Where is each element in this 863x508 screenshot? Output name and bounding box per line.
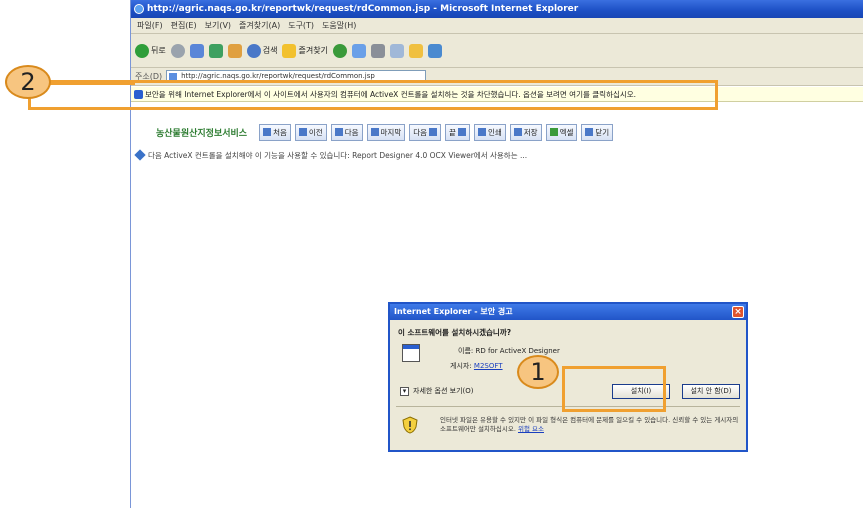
- star-icon: [282, 43, 297, 58]
- viewer-close-button[interactable]: 닫기: [581, 123, 614, 141]
- viewer-excel-button[interactable]: 엑셀: [545, 123, 578, 141]
- dont-install-button[interactable]: 설치 안 함(D): [682, 384, 740, 399]
- viewer-button-label: 마지막: [380, 127, 402, 137]
- menu-bar: 파일(F) 편집(E) 보기(V) 즐겨찾기(A) 도구(T) 도움말(H): [131, 18, 863, 34]
- dialog-title: Internet Explorer - 보안 경고: [394, 307, 513, 316]
- back-arrow-icon: [135, 43, 149, 58]
- last-page-icon: [370, 128, 379, 136]
- menu-edit[interactable]: 편집(E): [171, 20, 197, 31]
- stop-icon[interactable]: [189, 43, 204, 58]
- back-button[interactable]: 뒤로: [135, 43, 166, 58]
- prev-page-icon: [298, 128, 307, 136]
- bullet-icon: [134, 149, 146, 161]
- menu-tools[interactable]: 도구(T): [288, 20, 314, 31]
- publisher-link[interactable]: M2SOFT: [474, 362, 503, 370]
- next-page-icon: [334, 128, 343, 136]
- favorites-label: 즐겨찾기: [298, 46, 328, 55]
- end-page-icon: [457, 128, 466, 136]
- viewer-button-label: 저장: [523, 127, 538, 137]
- software-name: 이름: RD for ActiveX Designer: [458, 347, 560, 355]
- report-viewer-toolbar: 농산물원산지정보서비스 처음 이전 다음 마지막 다음 끝 인쇄 저장 엑셀 닫…: [156, 122, 614, 142]
- address-value: http://agric.naqs.go.kr/reportwk/request…: [181, 72, 375, 80]
- callout-2-box: [28, 80, 718, 110]
- print-icon: [477, 128, 486, 136]
- viewer-button-label: 처음: [273, 127, 287, 137]
- menu-view[interactable]: 보기(V): [205, 20, 231, 31]
- viewer-logo: 농산물원산지정보서비스: [156, 128, 248, 139]
- security-warning-text: 인터넷 파일은 유용할 수 있지만 이 파일 형식은 컴퓨터에 문제를 일으킬 …: [440, 416, 740, 434]
- chevron-down-icon: ▾: [400, 386, 409, 396]
- menu-file[interactable]: 파일(F): [137, 20, 163, 31]
- search-label: 검색: [262, 46, 278, 55]
- more-options-toggle[interactable]: ▾ 자세한 옵션 보기(O): [400, 386, 474, 396]
- viewer-first-button[interactable]: 처음: [259, 123, 291, 141]
- dialog-question: 이 소프트웨어를 설치하시겠습니까?: [398, 328, 512, 337]
- refresh-icon[interactable]: [208, 43, 223, 58]
- home-icon[interactable]: [227, 43, 242, 58]
- toolbar: 뒤로 검색 즐겨찾기: [131, 34, 863, 68]
- excel-icon: [549, 128, 558, 136]
- more-options-label: 자세한 옵션 보기(O): [413, 387, 474, 395]
- viewer-prev-button[interactable]: 이전: [294, 123, 327, 141]
- search-button[interactable]: 검색: [246, 43, 278, 58]
- window-title: http://agric.naqs.go.kr/reportwk/request…: [147, 4, 579, 14]
- arrow-right-icon: [429, 128, 438, 136]
- activex-notice-text: 다음 ActiveX 컨트롤을 설치해야 이 기능을 사용할 수 있습니다: R…: [148, 151, 528, 160]
- edit-icon[interactable]: [389, 43, 404, 58]
- menu-favorites[interactable]: 즐겨찾기(A): [239, 20, 280, 31]
- messenger-icon[interactable]: [427, 43, 442, 58]
- close-icon: [585, 128, 594, 136]
- application-icon: [402, 344, 420, 362]
- folder-icon[interactable]: [408, 43, 423, 58]
- favorites-button[interactable]: 즐겨찾기: [282, 43, 328, 58]
- back-label: 뒤로: [151, 46, 166, 55]
- viewer-button-label: 엑셀: [559, 127, 574, 137]
- viewer-end-button[interactable]: 끝: [445, 123, 470, 141]
- callout-1-box: [562, 366, 666, 412]
- forward-arrow-icon[interactable]: [170, 43, 185, 58]
- menu-help[interactable]: 도움말(H): [322, 20, 356, 31]
- viewer-next-button[interactable]: 다음: [330, 123, 363, 141]
- dialog-title-bar: Internet Explorer - 보안 경고 ×: [390, 304, 746, 320]
- viewer-button-label: 인쇄: [487, 127, 502, 137]
- viewer-button-label: 끝: [449, 127, 456, 137]
- viewer-last-button[interactable]: 마지막: [366, 123, 406, 141]
- publisher-label: 게시자:: [450, 362, 472, 370]
- save-icon: [513, 128, 522, 136]
- publisher-line: 게시자: M2SOFT: [450, 361, 503, 371]
- risk-link[interactable]: 위험 요소: [518, 425, 544, 433]
- warning-shield-icon: [402, 416, 418, 434]
- callout-1-badge: 1: [517, 355, 559, 389]
- viewer-button-label: 다음: [413, 127, 428, 137]
- close-icon[interactable]: ×: [732, 306, 744, 318]
- title-bar: http://agric.naqs.go.kr/reportwk/request…: [131, 0, 863, 18]
- viewer-print-button[interactable]: 인쇄: [473, 123, 506, 141]
- search-icon: [246, 43, 261, 58]
- viewer-next2-button[interactable]: 다음: [409, 123, 442, 141]
- mail-icon[interactable]: [351, 43, 366, 58]
- viewer-button-label: 닫기: [595, 127, 610, 137]
- viewer-save-button[interactable]: 저장: [509, 123, 542, 141]
- activex-notice: 다음 ActiveX 컨트롤을 설치해야 이 기능을 사용할 수 있습니다: R…: [134, 149, 528, 161]
- print-icon[interactable]: [370, 43, 385, 58]
- viewer-button-label: 이전: [308, 127, 323, 137]
- viewer-button-label: 다음: [344, 127, 359, 137]
- ie-icon: [134, 4, 144, 14]
- first-page-icon: [263, 128, 272, 136]
- warning-text: 인터넷 파일은 유용할 수 있지만 이 파일 형식은 컴퓨터에 문제를 일으킬 …: [440, 416, 739, 433]
- callout-2-badge: 2: [5, 65, 51, 99]
- history-icon[interactable]: [332, 43, 347, 58]
